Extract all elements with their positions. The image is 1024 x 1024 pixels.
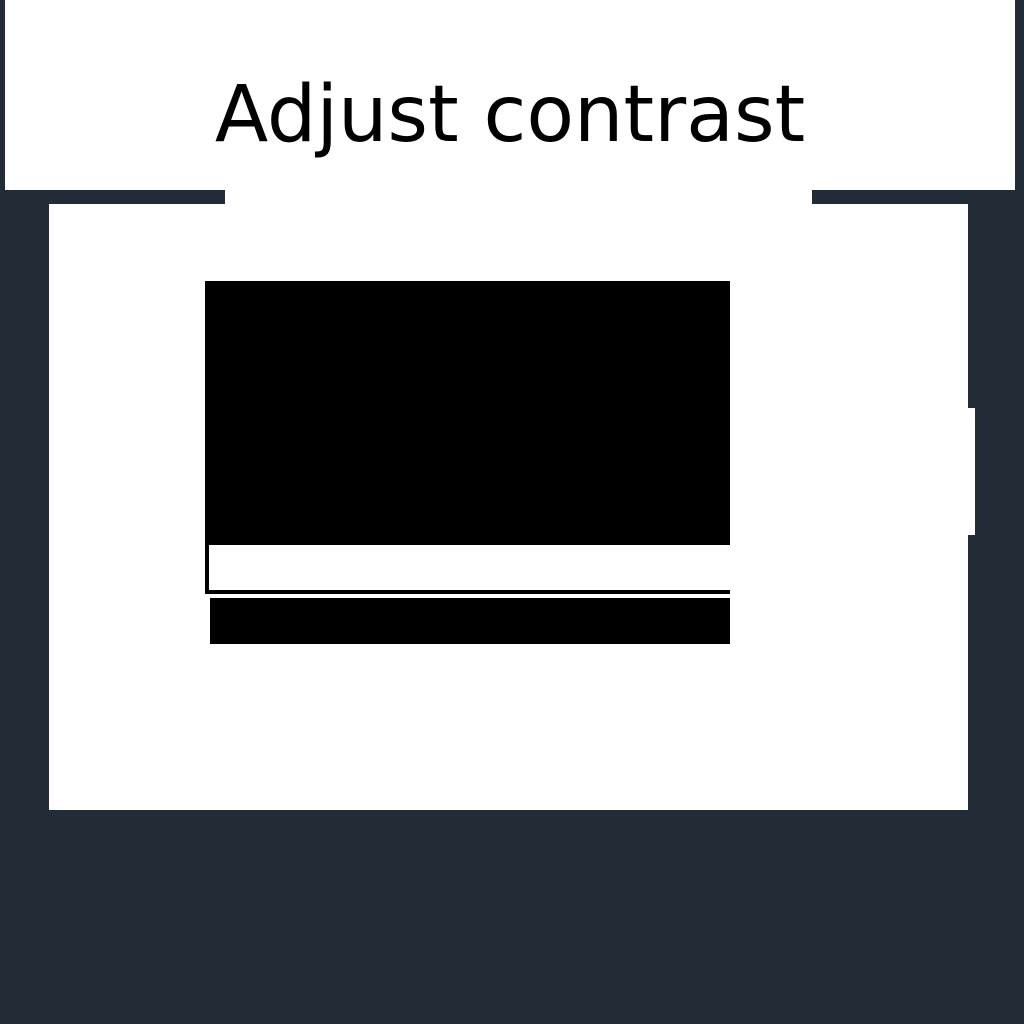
contrast-preview-image	[205, 281, 730, 545]
dialog-title-bar: Adjust contrast	[5, 0, 1015, 190]
title-connector	[225, 190, 812, 204]
panel-side-handle[interactable]	[968, 408, 975, 535]
contrast-slider-fill[interactable]	[210, 598, 730, 644]
dialog-title: Adjust contrast	[214, 70, 806, 160]
contrast-slider-track[interactable]	[205, 545, 730, 594]
